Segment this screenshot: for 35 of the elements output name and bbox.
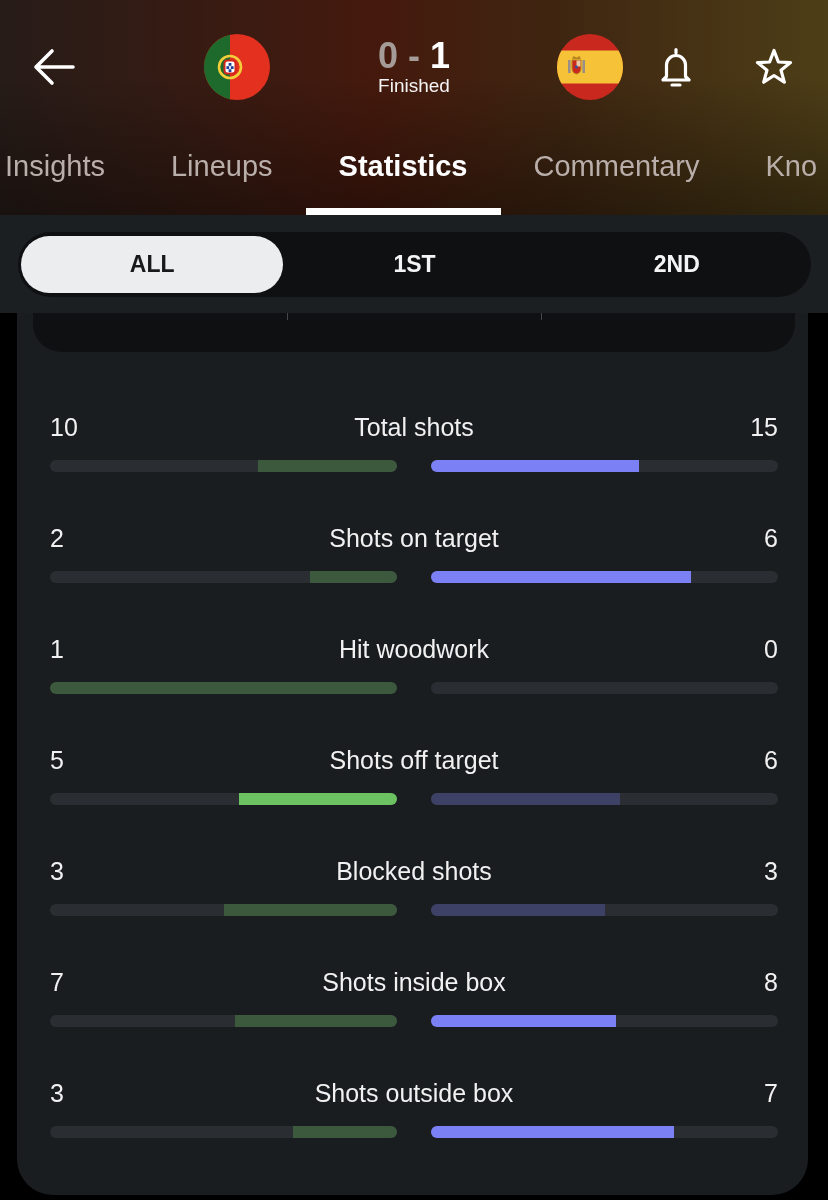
- stat-value: 2: [50, 523, 64, 553]
- tab[interactable]: Commentary: [500, 134, 733, 215]
- match-status: Finished: [378, 75, 450, 97]
- tab[interactable]: Kno: [732, 134, 818, 215]
- period-segment[interactable]: 2ND: [545, 236, 808, 293]
- stat-value: 8: [764, 967, 778, 997]
- tab[interactable]: Lineups: [137, 134, 306, 215]
- period-segment[interactable]: 1ST: [283, 236, 546, 293]
- stat-label: Shots off target: [329, 745, 499, 775]
- stat-value: 0: [764, 634, 778, 664]
- back-arrow-icon[interactable]: [33, 48, 75, 86]
- stat-label: Shots on target: [329, 523, 499, 553]
- stat-value: 1: [50, 634, 64, 664]
- flag-icon: [557, 34, 623, 100]
- stat-value: 6: [764, 745, 778, 775]
- tab[interactable]: Insights: [0, 134, 138, 215]
- stat-value: 5: [50, 745, 64, 775]
- star-icon[interactable]: [754, 47, 794, 87]
- period-segment[interactable]: ALL: [21, 236, 284, 293]
- stat-label: Shots inside box: [322, 967, 506, 997]
- stat-value: 7: [764, 1078, 778, 1108]
- stat-value: 7: [50, 967, 64, 997]
- stat-value: 3: [50, 856, 64, 886]
- flag-icon: [204, 34, 270, 100]
- stat-value: 6: [764, 523, 778, 553]
- score-text: 0 - 1: [377, 37, 451, 75]
- stat-label: Hit woodwork: [338, 634, 490, 664]
- stat-label: Total shots: [354, 412, 474, 442]
- bell-icon[interactable]: [661, 47, 691, 87]
- stat-value: 3: [764, 856, 778, 886]
- stat-value: 15: [750, 412, 778, 442]
- stat-label: Blocked shots: [336, 856, 492, 886]
- stat-value: 3: [50, 1078, 64, 1108]
- stat-label: Shots outside box: [314, 1078, 514, 1108]
- stat-value: 10: [50, 412, 78, 442]
